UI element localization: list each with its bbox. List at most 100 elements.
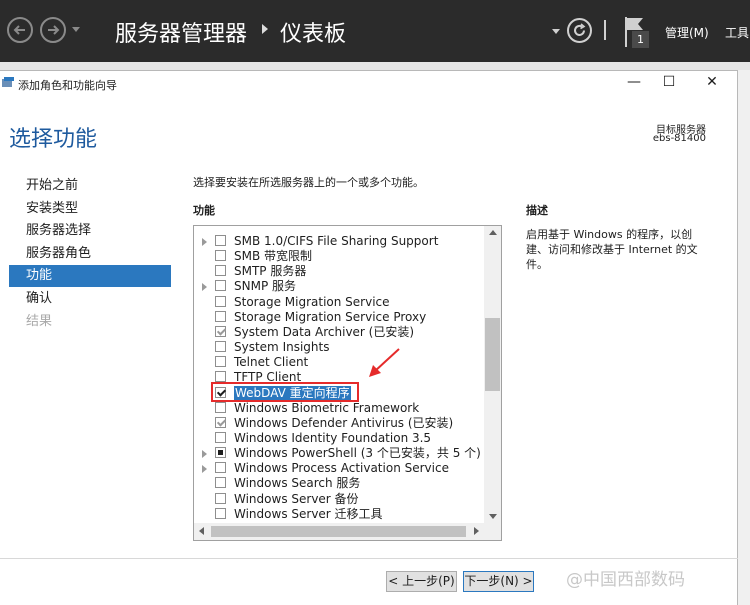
background-scrollbar: [738, 70, 750, 605]
feature-checkbox[interactable]: [215, 431, 226, 443]
step-results: 结果: [26, 314, 53, 329]
previous-button[interactable]: < 上一步(P): [386, 571, 457, 592]
feature-label[interactable]: Windows Server 备份: [234, 492, 359, 507]
feature-row[interactable]: Storage Migration Service: [194, 295, 484, 310]
next-button[interactable]: 下一步(N) >: [463, 571, 534, 592]
feature-checkbox[interactable]: [215, 447, 226, 459]
step-before-you-begin[interactable]: 开始之前: [9, 175, 171, 197]
feature-label[interactable]: Storage Migration Service: [234, 295, 390, 310]
feature-row[interactable]: Windows Identity Foundation 3.5: [194, 431, 484, 446]
feature-label[interactable]: SMB 带宽限制: [234, 249, 312, 264]
watermark-text: @中国西部数码: [566, 570, 685, 590]
dashboard-background: [0, 62, 750, 70]
feature-label[interactable]: Windows Search 服务: [234, 476, 360, 491]
scroll-left-icon[interactable]: [199, 527, 204, 535]
step-server-roles[interactable]: 服务器角色: [9, 243, 171, 265]
feature-checkbox[interactable]: [215, 356, 226, 368]
menu-manage[interactable]: 管理(M): [665, 24, 709, 41]
feature-row[interactable]: Telnet Client: [194, 355, 484, 370]
expand-chevron-icon[interactable]: [202, 450, 207, 459]
minimize-button[interactable]: —: [624, 74, 644, 90]
feature-label[interactable]: SNMP 服务: [234, 279, 296, 294]
feature-row[interactable]: Windows Server 迁移工具: [194, 507, 484, 522]
refresh-icon: [574, 23, 586, 36]
feature-label[interactable]: Windows PowerShell (3 个已安装，共 5 个): [234, 446, 481, 461]
feature-checkbox[interactable]: [215, 477, 226, 489]
description-heading: 描述: [526, 204, 548, 217]
refresh-button[interactable]: [567, 18, 592, 43]
feature-label[interactable]: Storage Migration Service Proxy: [234, 310, 426, 325]
maximize-button[interactable]: ☐: [659, 74, 679, 90]
expand-chevron-icon[interactable]: [202, 283, 207, 292]
feature-row[interactable]: Windows Server 备份: [194, 492, 484, 507]
expand-chevron-icon[interactable]: [202, 238, 207, 246]
close-button[interactable]: ✕: [702, 74, 722, 90]
feature-row[interactable]: SMTP 服务器: [194, 264, 484, 279]
feature-label[interactable]: Telnet Client: [234, 355, 308, 370]
feature-label[interactable]: Windows Identity Foundation 3.5: [234, 431, 431, 446]
forward-arrow-icon: [48, 25, 60, 35]
feature-row[interactable]: Windows Process Activation Service: [194, 461, 484, 476]
feature-description: 启用基于 Windows 的程序，以创建、访问和修改基于 Internet 的文…: [526, 228, 698, 271]
feature-label[interactable]: System Insights: [234, 340, 329, 355]
footer-divider: [0, 558, 738, 559]
feature-label[interactable]: Windows Process Activation Service: [234, 461, 449, 476]
feature-checkbox[interactable]: [215, 401, 226, 413]
menu-tools[interactable]: 工具: [725, 24, 749, 41]
step-installation-type[interactable]: 安装类型: [9, 198, 171, 220]
feature-row[interactable]: SMB 带宽限制: [194, 249, 484, 264]
feature-row[interactable]: Windows Biometric Framework: [194, 401, 484, 416]
instruction-text: 选择要安装在所选服务器上的一个或多个功能。: [193, 176, 424, 189]
step-features[interactable]: 功能: [9, 265, 171, 287]
expand-chevron-icon[interactable]: [202, 465, 207, 474]
feature-checkbox: [215, 325, 226, 337]
feature-row[interactable]: Windows Search 服务: [194, 476, 484, 491]
features-heading: 功能: [193, 204, 215, 217]
feature-row[interactable]: Storage Migration Service Proxy: [194, 310, 484, 325]
feature-checkbox[interactable]: [215, 295, 226, 307]
feature-row[interactable]: Windows PowerShell (3 个已安装，共 5 个): [194, 446, 484, 461]
forward-button[interactable]: [40, 17, 66, 43]
feature-checkbox[interactable]: [215, 265, 226, 277]
feature-label[interactable]: Windows Biometric Framework: [234, 401, 419, 416]
history-dropdown-icon[interactable]: [72, 27, 80, 32]
feature-label[interactable]: SMTP 服务器: [234, 264, 306, 279]
feature-checkbox[interactable]: [215, 462, 226, 474]
feature-checkbox[interactable]: [215, 280, 226, 292]
step-confirmation[interactable]: 确认: [9, 288, 171, 310]
refresh-dropdown-icon[interactable]: [552, 29, 560, 34]
feature-checkbox[interactable]: [215, 507, 226, 519]
destination-server-name: ebs-81400: [652, 133, 706, 144]
feature-checkbox[interactable]: [215, 341, 226, 353]
breadcrumb-app-title: 服务器管理器: [115, 22, 248, 47]
back-button[interactable]: [7, 17, 33, 43]
step-server-selection[interactable]: 服务器选择: [9, 220, 171, 242]
breadcrumb-page-title: 仪表板: [280, 22, 347, 47]
feature-label[interactable]: SMB 1.0/CIFS File Sharing Support: [234, 234, 438, 249]
feature-label[interactable]: Windows Defender Antivirus (已安装): [234, 416, 453, 431]
feature-label[interactable]: System Data Archiver (已安装): [234, 325, 414, 340]
feature-checkbox[interactable]: [215, 235, 226, 246]
feature-checkbox[interactable]: [215, 310, 226, 322]
back-arrow-icon: [13, 25, 25, 35]
feature-label[interactable]: Windows Server 迁移工具: [234, 507, 383, 522]
feature-row[interactable]: SNMP 服务: [194, 279, 484, 294]
feature-checkbox: [215, 416, 226, 428]
feature-checkbox[interactable]: [215, 250, 226, 262]
toolbar-separator: [604, 20, 606, 40]
notification-badge: 1: [632, 31, 649, 48]
features-scroll-thumb[interactable]: [485, 318, 500, 391]
scroll-up-icon[interactable]: [489, 230, 497, 235]
feature-row[interactable]: Windows Defender Antivirus (已安装): [194, 416, 484, 431]
feature-row[interactable]: System Data Archiver (已安装): [194, 325, 484, 340]
scroll-down-icon[interactable]: [489, 514, 497, 519]
breadcrumb-separator-icon: [262, 24, 268, 34]
scroll-right-icon[interactable]: [474, 527, 479, 535]
feature-row[interactable]: System Insights: [194, 340, 484, 355]
feature-checkbox[interactable]: [215, 492, 226, 504]
features-hscroll-thumb[interactable]: [211, 526, 466, 537]
scrollbar-corner: [484, 523, 501, 540]
feature-row[interactable]: SMB 1.0/CIFS File Sharing Support: [194, 234, 484, 249]
feature-checkbox[interactable]: [215, 371, 226, 383]
page-title: 选择功能: [9, 127, 98, 152]
